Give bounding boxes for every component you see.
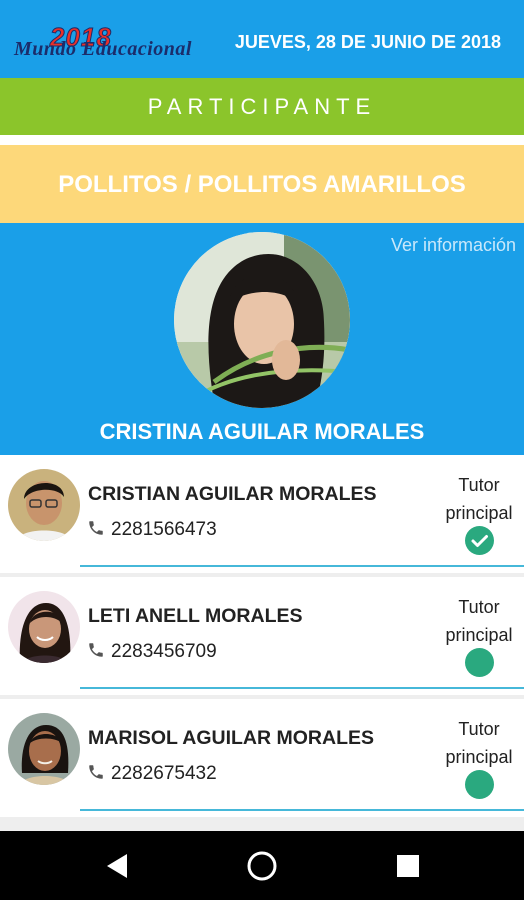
- tutor-role-label: Tutor principal: [445, 475, 513, 523]
- divider: [80, 809, 524, 811]
- participant-avatar: [174, 232, 350, 408]
- back-icon[interactable]: [101, 850, 133, 882]
- logo-script: Mundo Educacional: [14, 38, 192, 60]
- tutor-card[interactable]: LETI ANELL MORALES 2283456709 Tutor prin…: [0, 577, 524, 695]
- view-info-link[interactable]: Ver información: [391, 235, 516, 256]
- tutor-avatar: [8, 591, 80, 663]
- divider: [80, 687, 524, 689]
- tutor-avatar: [8, 713, 80, 785]
- top-bar: 2018 Mundo Educacional JUEVES, 28 DE JUN…: [0, 0, 524, 78]
- tutor-role-label: Tutor principal: [445, 597, 513, 645]
- current-date: JUEVES, 28 DE JUNIO DE 2018: [234, 32, 501, 52]
- participant-profile: Ver información CRISTINA AGUILAR MORALES: [0, 223, 524, 455]
- divider: [80, 565, 524, 567]
- tutor-avatar: [8, 469, 80, 541]
- participant-name: CRISTINA AGUILAR MORALES: [99, 419, 425, 444]
- tutor-card[interactable]: CRISTIAN AGUILAR MORALES 2281566473 Tuto…: [0, 455, 524, 573]
- tutor-name: CRISTIAN AGUILAR MORALES: [88, 483, 377, 505]
- tutor-card[interactable]: MARISOL AGUILAR MORALES 2282675432 Tutor…: [0, 699, 524, 817]
- select-indicator[interactable]: [465, 648, 494, 677]
- tutor-name: MARISOL AGUILAR MORALES: [88, 727, 374, 749]
- phone-icon: [89, 765, 103, 779]
- tutor-phone: 2283456709: [111, 641, 217, 662]
- select-indicator[interactable]: [465, 770, 494, 799]
- tutor-phone: 2281566473: [111, 519, 217, 540]
- app-logo: 2018 Mundo Educacional: [14, 22, 192, 62]
- tutor-phone: 2282675432: [111, 763, 217, 784]
- system-nav-bar: [0, 831, 524, 900]
- selected-check-icon[interactable]: [465, 526, 494, 555]
- phone-icon: [89, 521, 103, 535]
- tutor-name: LETI ANELL MORALES: [88, 605, 303, 627]
- section-title: PARTICIPANTE: [0, 78, 524, 135]
- phone-icon: [89, 643, 103, 657]
- tutor-list: CRISTIAN AGUILAR MORALES 2281566473 Tuto…: [0, 455, 524, 831]
- group-title: POLLITOS / POLLITOS AMARILLOS: [0, 145, 524, 223]
- home-icon[interactable]: [246, 850, 278, 882]
- tutor-role-label: Tutor principal: [445, 719, 513, 767]
- recents-icon[interactable]: [392, 850, 424, 882]
